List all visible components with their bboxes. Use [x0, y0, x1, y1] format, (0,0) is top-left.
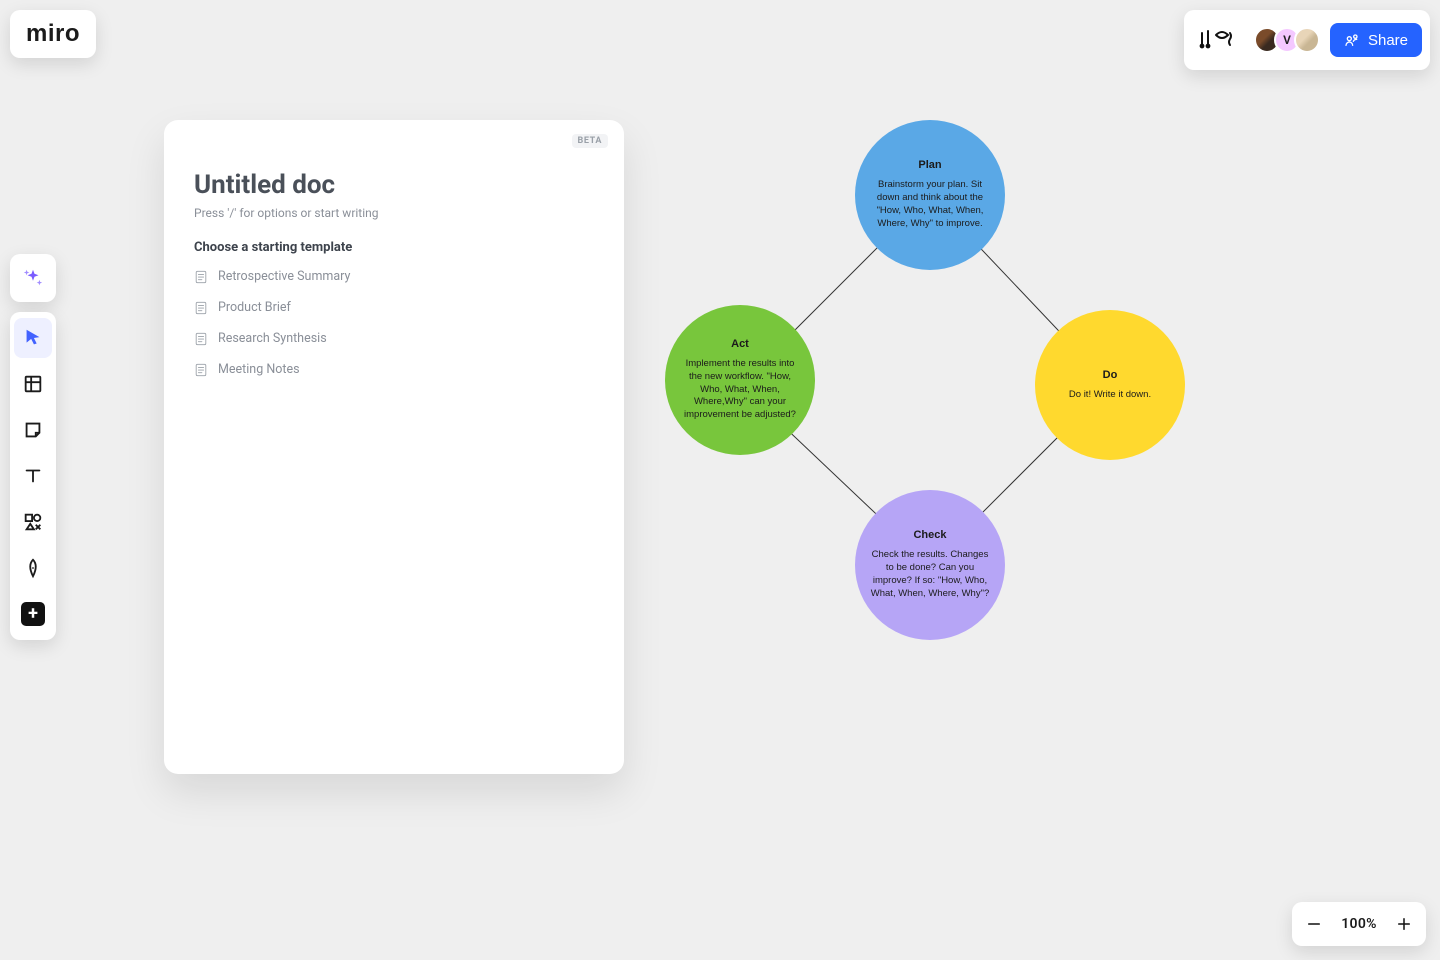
zoom-out-button[interactable] — [1302, 912, 1326, 936]
text-icon — [22, 465, 44, 487]
template-label: Product Brief — [218, 300, 291, 315]
node-act[interactable]: Act Implement the results into the new w… — [665, 305, 815, 455]
left-toolbar: + — [10, 312, 56, 640]
share-button[interactable]: Share — [1330, 23, 1422, 57]
pen-icon — [22, 557, 44, 579]
node-plan[interactable]: Plan Brainstorm your plan. Sit down and … — [855, 120, 1005, 270]
shapes-icon — [22, 511, 44, 533]
reactions-icon — [1196, 27, 1240, 53]
document-panel[interactable]: BETA Untitled doc Press '/' for options … — [164, 120, 624, 774]
node-do[interactable]: Do Do it! Write it down. — [1035, 310, 1185, 460]
ai-tool-card — [10, 254, 56, 302]
node-body: Check the results. Changes to be done? C… — [869, 549, 991, 600]
sticky-icon — [22, 419, 44, 441]
collaborator-avatars[interactable]: V — [1254, 27, 1320, 53]
template-list: Retrospective Summary Product Brief Rese… — [194, 267, 594, 379]
cursor-icon — [22, 327, 44, 349]
frame-icon — [22, 373, 44, 395]
sparkle-icon — [22, 267, 44, 289]
zoom-control: 100% — [1292, 902, 1426, 946]
template-label: Research Synthesis — [218, 331, 327, 346]
text-tool[interactable] — [14, 456, 52, 496]
zoom-in-button[interactable] — [1392, 912, 1416, 936]
ai-sparkle-tool[interactable] — [14, 258, 52, 298]
doc-icon — [194, 332, 208, 346]
node-title: Act — [731, 338, 749, 350]
beta-badge: BETA — [572, 134, 608, 148]
doc-title[interactable]: Untitled doc — [194, 170, 594, 200]
doc-hint: Press '/' for options or start writing — [194, 206, 594, 220]
template-section-label: Choose a starting template — [194, 240, 594, 255]
avatar — [1294, 27, 1320, 53]
node-body: Do it! Write it down. — [1069, 389, 1151, 402]
plus-icon: + — [21, 602, 45, 626]
frame-tool[interactable] — [14, 364, 52, 404]
doc-icon — [194, 270, 208, 284]
template-label: Retrospective Summary — [218, 269, 350, 284]
template-item[interactable]: Research Synthesis — [194, 329, 594, 348]
select-tool[interactable] — [14, 318, 52, 358]
node-title: Plan — [918, 159, 941, 171]
node-body: Implement the results into the new workf… — [679, 358, 801, 422]
share-label: Share — [1368, 32, 1408, 49]
doc-icon — [194, 363, 208, 377]
doc-icon — [194, 301, 208, 315]
pdca-diagram[interactable]: Plan Brainstorm your plan. Sit down and … — [660, 110, 1220, 670]
share-icon — [1344, 32, 1360, 48]
sticky-tool[interactable] — [14, 410, 52, 450]
zoom-level[interactable]: 100% — [1341, 916, 1377, 932]
shapes-tool[interactable] — [14, 502, 52, 542]
pen-tool[interactable] — [14, 548, 52, 588]
template-item[interactable]: Retrospective Summary — [194, 267, 594, 286]
logo-text: miro — [26, 20, 80, 48]
node-check[interactable]: Check Check the results. Changes to be d… — [855, 490, 1005, 640]
avatar-initial: V — [1283, 33, 1291, 47]
minus-icon — [1305, 915, 1323, 933]
template-item[interactable]: Meeting Notes — [194, 360, 594, 379]
plus-icon — [1395, 915, 1413, 933]
add-tool[interactable]: + — [14, 594, 52, 634]
node-title: Check — [913, 529, 946, 541]
miro-logo[interactable]: miro — [10, 10, 96, 58]
template-label: Meeting Notes — [218, 362, 300, 377]
reactions-button[interactable] — [1192, 27, 1244, 53]
node-title: Do — [1103, 369, 1118, 381]
template-item[interactable]: Product Brief — [194, 298, 594, 317]
node-body: Brainstorm your plan. Sit down and think… — [869, 179, 991, 230]
header-bar: V Share — [1184, 10, 1430, 70]
